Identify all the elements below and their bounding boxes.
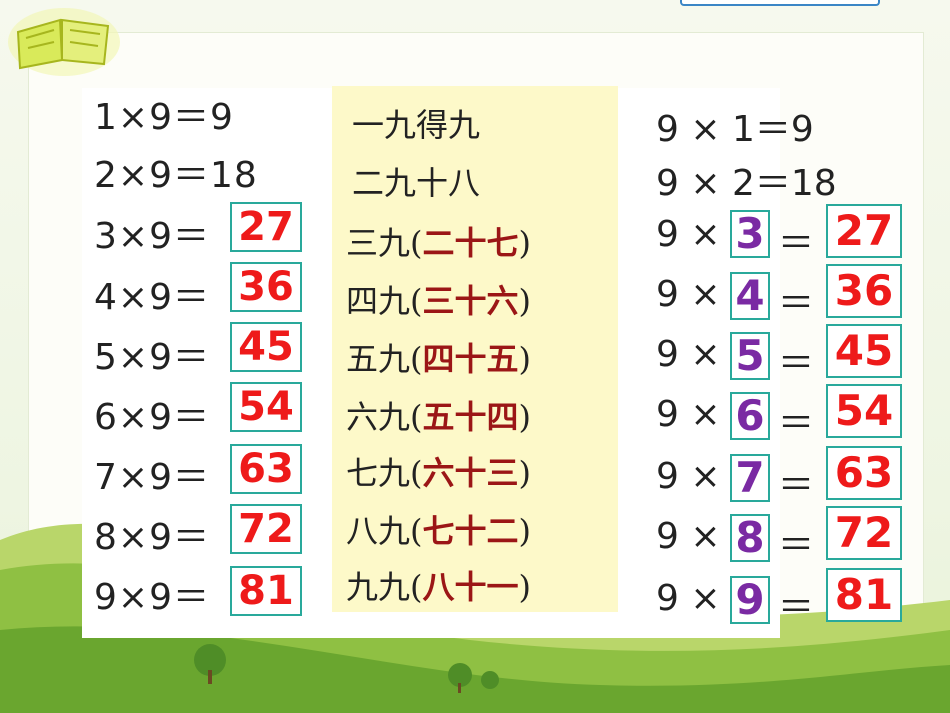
left-answer-box-4[interactable]: 36 [230,262,302,312]
right-eq-2: 9 × 2＝18 [656,163,837,204]
right-lead-5: 9 × [656,334,721,375]
factor-box-4[interactable]: 4 [730,272,770,320]
equals-sign: ＝ [778,403,815,444]
book-icon [8,8,120,76]
right-eq-1: 9 × 1＝9 [656,109,814,150]
factor-box-5[interactable]: 5 [730,332,770,380]
rhyme-7: 七九(六十三) [346,454,531,492]
right-lead-8: 9 × [656,516,721,557]
rhyme-1: 一九得九 [352,106,481,144]
rhyme-answer: 八十一 [422,568,519,606]
right-answer-box-9[interactable]: 81 [826,568,902,622]
left-answer-box-3[interactable]: 27 [230,202,302,252]
rhyme-answer: 七十二 [422,512,519,550]
rhyme-2: 二九十八 [352,164,481,202]
rhyme-8: 八九(七十二) [346,512,531,550]
equals-sign: ＝ [778,223,815,264]
rhyme-answer: 三十六 [422,282,519,320]
right-lead-4: 9 × [656,274,721,315]
right-answer-box-7[interactable]: 63 [826,446,902,500]
left-eq-7: 7×9＝ [94,457,210,498]
left-answer-box-9[interactable]: 81 [230,566,302,616]
rhyme-answer: 六十三 [422,454,519,492]
rhyme-answer: 四十五 [422,340,519,378]
rhyme-4: 四九(三十六) [346,282,531,320]
left-eq-8: 8×9＝ [94,517,210,558]
left-answer-box-6[interactable]: 54 [230,382,302,432]
equals-sign: ＝ [778,343,815,384]
left-answer-box-8[interactable]: 72 [230,504,302,554]
corner-tab [680,0,880,6]
right-answer-box-4[interactable]: 36 [826,264,902,318]
rhyme-5: 五九(四十五) [346,340,531,378]
right-answer-box-6[interactable]: 54 [826,384,902,438]
factor-box-9[interactable]: 9 [730,576,770,624]
left-answer-box-5[interactable]: 45 [230,322,302,372]
right-answer-box-3[interactable]: 27 [826,204,902,258]
left-eq-1: 1×9＝9 [94,97,234,138]
factor-box-3[interactable]: 3 [730,210,770,258]
left-eq-9: 9×9＝ [94,577,210,618]
right-lead-3: 9 × [656,214,721,255]
right-lead-7: 9 × [656,456,721,497]
right-lead-6: 9 × [656,394,721,435]
equals-sign: ＝ [778,283,815,324]
rhyme-3: 三九(二十七) [346,224,531,262]
rhyme-answer: 五十四 [422,398,519,436]
rhyme-9: 九九(八十一) [346,568,531,606]
right-answer-box-5[interactable]: 45 [826,324,902,378]
rhyme-6: 六九(五十四) [346,398,531,436]
equals-sign: ＝ [778,465,815,506]
equals-sign: ＝ [778,525,815,566]
left-eq-5: 5×9＝ [94,337,210,378]
left-eq-4: 4×9＝ [94,277,210,318]
right-lead-9: 9 × [656,578,721,619]
factor-box-8[interactable]: 8 [730,514,770,562]
right-answer-box-8[interactable]: 72 [826,506,902,560]
equals-sign: ＝ [778,587,815,628]
factor-box-7[interactable]: 7 [730,454,770,502]
factor-box-6[interactable]: 6 [730,392,770,440]
rhyme-answer: 二十七 [422,224,519,262]
left-eq-3: 3×9＝ [94,216,210,257]
left-eq-6: 6×9＝ [94,397,210,438]
left-answer-box-7[interactable]: 63 [230,444,302,494]
left-eq-2: 2×9＝18 [94,155,258,196]
